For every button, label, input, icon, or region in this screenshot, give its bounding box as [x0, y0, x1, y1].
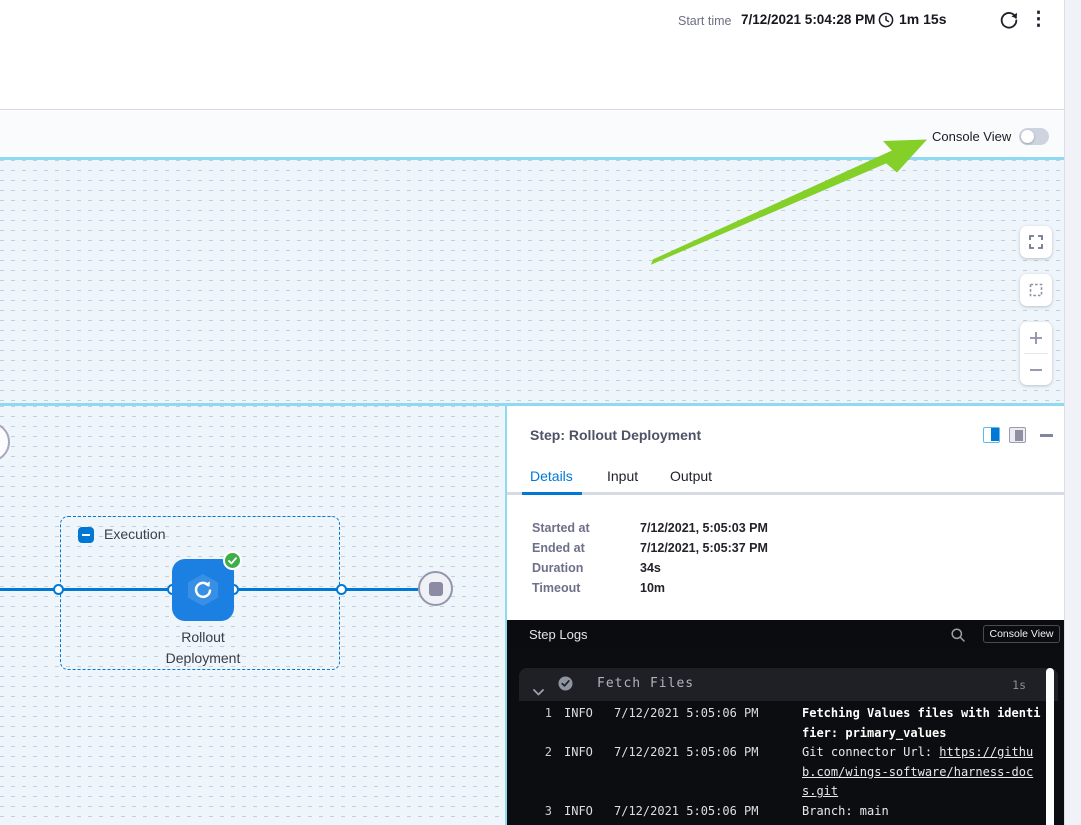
canvas-fullscreen-button[interactable]: [1020, 226, 1052, 258]
log-section-name: Fetch Files: [597, 676, 694, 691]
plus-icon: [1028, 330, 1044, 346]
offscreen-node: [0, 422, 10, 462]
detail-row: Ended at7/12/2021, 5:05:37 PM: [532, 541, 768, 555]
minus-icon: [1028, 362, 1044, 378]
log-level: INFO: [564, 802, 598, 822]
log-line: 1 INFO 7/12/2021 5:05:06 PM Fetching Val…: [519, 704, 1058, 743]
view-toolbar: [0, 111, 1081, 157]
log-level: INFO: [564, 704, 598, 724]
detail-value: 10m: [640, 581, 665, 595]
rollout-deployment-node[interactable]: [172, 559, 234, 621]
search-icon: [950, 627, 966, 643]
start-time-label: Start time: [678, 14, 732, 28]
detail-row: Timeout10m: [532, 581, 665, 595]
minus-icon: [82, 534, 90, 536]
detail-label: Started at: [532, 521, 640, 535]
hexagon-shape: [185, 572, 221, 608]
stage-canvas[interactable]: [0, 160, 1064, 403]
log-rows: 1 INFO 7/12/2021 5:05:06 PM Fetching Val…: [519, 704, 1058, 822]
canvas-zoom-group: [1020, 322, 1052, 385]
tab-track: [507, 492, 1066, 495]
detail-value: 7/12/2021, 5:05:03 PM: [640, 521, 768, 535]
edge-port: [336, 584, 347, 595]
logs-console-view-button[interactable]: Console View: [983, 625, 1060, 643]
log-section-fetch-files[interactable]: Fetch Files 1s: [519, 668, 1058, 701]
split-view-blue-icon[interactable]: [983, 427, 1000, 443]
detail-row: Duration34s: [532, 561, 661, 575]
panel-title: Step: Rollout Deployment: [530, 427, 701, 443]
log-line-number: 2: [519, 743, 552, 763]
step-logs-title: Step Logs: [529, 627, 588, 642]
log-line: 3 INFO 7/12/2021 5:05:06 PM Branch: main: [519, 802, 1058, 822]
marquee-icon: [1028, 282, 1044, 298]
execution-group-label: Execution: [104, 526, 165, 542]
toggle-knob: [1021, 130, 1034, 143]
node-label-line2: Deployment: [128, 648, 278, 669]
page-scrollbar-track[interactable]: [1064, 0, 1081, 825]
detail-label: Duration: [532, 561, 640, 575]
detail-label: Ended at: [532, 541, 640, 555]
log-message: Fetching Values files with identifier: p…: [802, 704, 1042, 743]
check-icon: [228, 557, 237, 565]
zoom-in-button[interactable]: [1020, 322, 1052, 353]
log-timestamp: 7/12/2021 5:05:06 PM: [614, 704, 772, 724]
log-timestamp: 7/12/2021 5:05:06 PM: [614, 802, 772, 822]
active-tab-indicator: [522, 492, 582, 495]
console-view-label: Console View: [932, 129, 1011, 144]
log-line-number: 1: [519, 704, 552, 724]
split-fill: [1015, 430, 1023, 441]
kebab-menu-button[interactable]: ⋮: [1029, 7, 1045, 33]
log-message: Branch: main: [802, 802, 1042, 822]
tab-details[interactable]: Details: [530, 468, 573, 484]
log-section-duration: 1s: [1012, 678, 1026, 692]
elapsed-duration: 1m 15s: [899, 11, 946, 27]
log-scrollbar-thumb[interactable]: [1046, 668, 1054, 825]
log-viewer: Fetch Files 1s 1 INFO 7/12/2021 5:05:06 …: [507, 649, 1066, 825]
top-header: Start time 7/12/2021 5:04:28 PM 1m 15s ⋮: [0, 0, 1081, 110]
log-timestamp: 7/12/2021 5:05:06 PM: [614, 743, 772, 763]
log-level: INFO: [564, 743, 598, 763]
success-badge: [223, 551, 242, 570]
log-line-number: 3: [519, 802, 552, 822]
collapse-group-button[interactable]: [78, 527, 94, 543]
search-logs-button[interactable]: [950, 627, 966, 643]
log-message-prefix: Git connector Url:: [802, 745, 939, 759]
log-message: Git connector Url: https://github.com/wi…: [802, 743, 1042, 802]
execution-canvas[interactable]: Execution Rollout Deployment: [0, 406, 505, 825]
canvas-select-button[interactable]: [1020, 274, 1052, 306]
pipeline-end-node[interactable]: [418, 571, 453, 606]
clock-icon: [878, 12, 894, 28]
log-line: 2 INFO 7/12/2021 5:05:06 PM Git connecto…: [519, 743, 1058, 802]
zoom-out-button[interactable]: [1020, 354, 1052, 385]
detail-value: 34s: [640, 561, 661, 575]
stop-icon: [429, 582, 443, 596]
start-time-value: 7/12/2021 5:04:28 PM: [741, 12, 875, 27]
split-fill: [991, 428, 999, 441]
fullscreen-icon: [1028, 234, 1044, 250]
minimize-panel-button[interactable]: [1040, 434, 1053, 437]
tab-output[interactable]: Output: [670, 468, 712, 484]
tab-input[interactable]: Input: [607, 468, 638, 484]
node-label: Rollout Deployment: [128, 627, 278, 669]
section-success-icon: [558, 676, 573, 695]
edge-port: [53, 584, 64, 595]
step-details-panel: Step: Rollout Deployment Details Input O…: [505, 406, 1064, 825]
split-view-gray-icon[interactable]: [1009, 427, 1026, 443]
pipeline-execution-page: Start time 7/12/2021 5:04:28 PM 1m 15s ⋮…: [0, 0, 1081, 825]
detail-row: Started at7/12/2021, 5:05:03 PM: [532, 521, 768, 535]
detail-value: 7/12/2021, 5:05:37 PM: [640, 541, 768, 555]
step-logs-bar: Step Logs Console View: [507, 620, 1066, 649]
chevron-down-icon[interactable]: [533, 681, 544, 700]
detail-label: Timeout: [532, 581, 640, 595]
node-label-line1: Rollout: [128, 627, 278, 648]
console-view-toggle[interactable]: [1019, 128, 1049, 145]
refresh-button[interactable]: [998, 9, 1020, 31]
